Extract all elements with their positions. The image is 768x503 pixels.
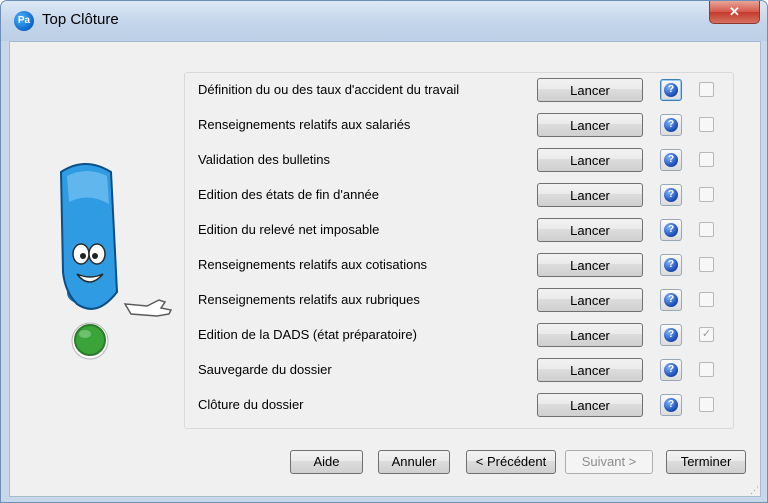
app-logo-icon: Pa: [14, 11, 34, 31]
launch-button[interactable]: Lancer: [537, 183, 643, 207]
task-done-checkbox[interactable]: ✓: [699, 327, 714, 342]
task-row-salaries: Renseignements relatifs aux salariés Lan…: [185, 108, 733, 143]
task-label: Edition du relevé net imposable: [198, 222, 380, 237]
launch-button[interactable]: Lancer: [537, 288, 643, 312]
dialog-window: Pa Top Clôture ✕ Définition du ou des ta…: [0, 0, 768, 503]
help-icon: ?: [664, 153, 678, 167]
task-done-checkbox[interactable]: [699, 362, 714, 377]
task-label: Validation des bulletins: [198, 152, 331, 167]
task-label: Edition des états de fin d'année: [198, 187, 380, 202]
task-row-cotisations: Renseignements relatifs aux cotisations …: [185, 248, 733, 283]
task-row-cloture: Clôture du dossier Lancer ?: [185, 388, 733, 423]
help-icon: ?: [664, 118, 678, 132]
task-row-etats-fin-annee: Edition des états de fin d'année Lancer …: [185, 178, 733, 213]
task-done-checkbox[interactable]: [699, 397, 714, 412]
cancel-button[interactable]: Annuler: [378, 450, 450, 474]
launch-button[interactable]: Lancer: [537, 393, 643, 417]
help-icon: ?: [664, 293, 678, 307]
task-label: Renseignements relatifs aux cotisations: [198, 257, 428, 272]
task-done-checkbox[interactable]: [699, 187, 714, 202]
next-button: Suivant >: [565, 450, 653, 474]
task-done-checkbox[interactable]: [699, 82, 714, 97]
help-button[interactable]: ?: [660, 359, 682, 381]
task-done-checkbox[interactable]: [699, 152, 714, 167]
launch-button[interactable]: Lancer: [537, 253, 643, 277]
launch-button[interactable]: Lancer: [537, 218, 643, 242]
help-button[interactable]: ?: [660, 394, 682, 416]
task-label: Renseignements relatifs aux salariés: [198, 117, 411, 132]
window-title: Top Clôture: [42, 11, 119, 28]
task-row-sauvegarde: Sauvegarde du dossier Lancer ?: [185, 353, 733, 388]
help-button[interactable]: ?: [660, 114, 682, 136]
help-button[interactable]: ?: [660, 324, 682, 346]
previous-button[interactable]: < Précédent: [466, 450, 556, 474]
task-row-taux-accident: Définition du ou des taux d'accident du …: [185, 73, 733, 108]
task-row-releve-net-imposable: Edition du relevé net imposable Lancer ?: [185, 213, 733, 248]
status-light-green-icon: [74, 324, 106, 356]
launch-button[interactable]: Lancer: [537, 78, 643, 102]
mascot-right-glove: [123, 299, 173, 317]
task-done-checkbox[interactable]: [699, 292, 714, 307]
close-button[interactable]: ✕: [709, 1, 760, 24]
help-icon: ?: [664, 83, 678, 97]
task-done-checkbox[interactable]: [699, 117, 714, 132]
task-list-panel: Définition du ou des taux d'accident du …: [184, 72, 734, 429]
task-label: Définition du ou des taux d'accident du …: [198, 82, 460, 97]
task-label: Renseignements relatifs aux rubriques: [198, 292, 420, 307]
assistant-mascot-illustration: [59, 163, 173, 360]
help-button[interactable]: ?: [660, 149, 682, 171]
resize-grip-icon[interactable]: ⋰: [750, 486, 759, 495]
help-button[interactable]: ?: [660, 184, 682, 206]
help-icon: ?: [664, 398, 678, 412]
finish-button[interactable]: Terminer: [666, 450, 746, 474]
task-row-rubriques: Renseignements relatifs aux rubriques La…: [185, 283, 733, 318]
launch-button[interactable]: Lancer: [537, 358, 643, 382]
title-bar[interactable]: Pa Top Clôture ✕: [1, 1, 767, 41]
task-done-checkbox[interactable]: [699, 257, 714, 272]
task-label: Clôture du dossier: [198, 397, 304, 412]
task-row-dads: Edition de la DADS (état préparatoire) L…: [185, 318, 733, 353]
help-icon: ?: [664, 188, 678, 202]
help-dialog-button[interactable]: Aide: [290, 450, 363, 474]
task-row-validation-bulletins: Validation des bulletins Lancer ?: [185, 143, 733, 178]
help-icon: ?: [664, 328, 678, 342]
task-done-checkbox[interactable]: [699, 222, 714, 237]
help-icon: ?: [664, 258, 678, 272]
help-button[interactable]: ?: [660, 254, 682, 276]
launch-button[interactable]: Lancer: [537, 148, 643, 172]
help-icon: ?: [664, 223, 678, 237]
launch-button[interactable]: Lancer: [537, 323, 643, 347]
help-button[interactable]: ?: [660, 79, 682, 101]
help-icon: ?: [664, 363, 678, 377]
dialog-client-area: Définition du ou des taux d'accident du …: [9, 41, 761, 497]
task-label: Edition de la DADS (état préparatoire): [198, 327, 417, 342]
task-label: Sauvegarde du dossier: [198, 362, 332, 377]
help-button[interactable]: ?: [660, 289, 682, 311]
launch-button[interactable]: Lancer: [537, 113, 643, 137]
help-button[interactable]: ?: [660, 219, 682, 241]
